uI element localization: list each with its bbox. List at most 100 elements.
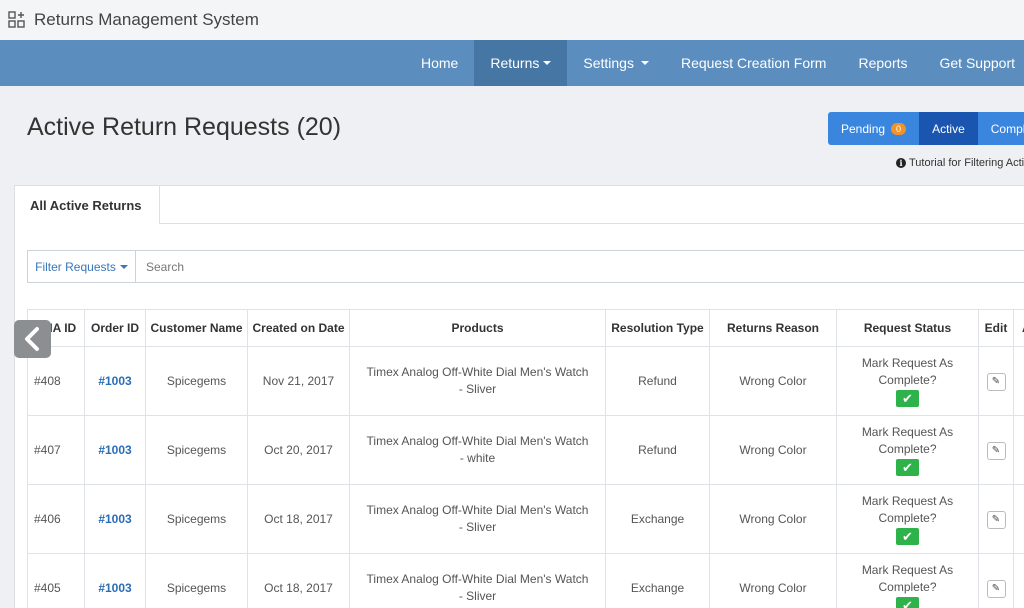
- check-icon[interactable]: ✔: [896, 389, 919, 407]
- rma-id-cell: #405: [27, 553, 85, 608]
- product-cell: Timex Analog Off-White Dial Men's Watch …: [349, 553, 606, 608]
- date-cell: Nov 21, 2017: [247, 346, 350, 416]
- tab-pending[interactable]: Pending 0: [828, 112, 920, 145]
- reason-cell: Wrong Color: [709, 553, 837, 608]
- edit-cell: ✎: [978, 346, 1014, 416]
- tab-active[interactable]: Active: [919, 112, 978, 145]
- order-link[interactable]: #1003: [98, 581, 131, 595]
- tab-all-active-returns[interactable]: All Active Returns: [15, 186, 160, 224]
- caret-down-icon: [640, 61, 649, 65]
- status-text: Mark Request As Complete?: [861, 493, 954, 525]
- rma-id-cell: #406: [27, 484, 85, 554]
- col-header-edit[interactable]: Edit: [978, 309, 1014, 347]
- filter-requests-button[interactable]: Filter Requests: [27, 250, 136, 283]
- status-cell: Mark Request As Complete? ✔: [836, 553, 979, 608]
- order-id-cell: #1003: [84, 484, 146, 554]
- info-icon: i: [896, 158, 906, 168]
- tutorial-link[interactable]: i Tutorial for Filtering Acti: [896, 157, 1024, 169]
- nav-home-label: Home: [420, 55, 459, 71]
- order-link[interactable]: #1003: [98, 443, 131, 457]
- nav-returns[interactable]: Returns: [474, 40, 568, 86]
- table-row: #407 #1003 Spicegems Oct 20, 2017 Timex …: [27, 415, 1024, 485]
- reason-cell: Wrong Color: [709, 415, 837, 485]
- col-header-request-status[interactable]: Request Status: [836, 309, 979, 347]
- col-header-resolution-type[interactable]: Resolution Type: [605, 309, 710, 347]
- product-cell: Timex Analog Off-White Dial Men's Watch …: [349, 484, 606, 554]
- order-id-cell: #1003: [84, 415, 146, 485]
- nav-settings[interactable]: Settings: [567, 40, 665, 86]
- status-cell: Mark Request As Complete? ✔: [836, 484, 979, 554]
- tab-divider: [160, 223, 1024, 224]
- nav-get-support[interactable]: Get Support: [924, 40, 1024, 86]
- returns-table-wrapper: RMA ID Order ID Customer Name Created on…: [27, 309, 1024, 608]
- tab-complete-label: Compl: [990, 121, 1024, 136]
- edit-icon[interactable]: ✎: [986, 372, 1006, 391]
- col-header-order-id[interactable]: Order ID: [84, 309, 146, 347]
- edit-cell: ✎: [978, 484, 1014, 554]
- tab-complete[interactable]: Compl: [977, 112, 1024, 145]
- chevron-left-icon: [24, 327, 39, 351]
- returns-card: All Active Returns Filter Requests RMA I…: [14, 185, 1024, 608]
- page-title: Active Return Requests (20): [27, 113, 342, 141]
- col-header-created-on-date[interactable]: Created on Date: [247, 309, 350, 347]
- check-icon[interactable]: ✔: [896, 596, 919, 608]
- table-row: #406 #1003 Spicegems Oct 18, 2017 Timex …: [27, 484, 1024, 554]
- nav-settings-label: Settings: [583, 55, 634, 71]
- col-header-customer-name[interactable]: Customer Name: [145, 309, 248, 347]
- resolution-cell: Refund: [605, 415, 710, 485]
- filter-requests-label: Filter Requests: [35, 259, 116, 274]
- tab-pending-label: Pending: [841, 121, 886, 136]
- col-header-returns-reason[interactable]: Returns Reason: [709, 309, 837, 347]
- tab-active-label: Active: [932, 121, 965, 136]
- status-text: Mark Request As Complete?: [861, 355, 954, 387]
- resolution-cell: Exchange: [605, 553, 710, 608]
- col-header-products[interactable]: Products: [349, 309, 606, 347]
- filter-bar: Filter Requests: [27, 250, 1024, 283]
- tab-all-active-returns-label: All Active Returns: [30, 197, 142, 213]
- nav-home[interactable]: Home: [405, 40, 474, 86]
- edit-icon[interactable]: ✎: [986, 510, 1006, 529]
- check-icon[interactable]: ✔: [896, 527, 919, 545]
- edit-icon[interactable]: ✎: [986, 579, 1006, 598]
- edit-cell: ✎: [978, 553, 1014, 608]
- customer-cell: Spicegems: [145, 553, 248, 608]
- reason-cell: Wrong Color: [709, 346, 837, 416]
- table-row: #408 #1003 Spicegems Nov 21, 2017 Timex …: [27, 346, 1024, 416]
- app-title: Returns Management System: [34, 10, 259, 29]
- status-text: Mark Request As Complete?: [861, 424, 954, 456]
- nav-returns-label: Returns: [490, 55, 540, 71]
- order-link[interactable]: #1003: [98, 512, 131, 526]
- customer-cell: Spicegems: [145, 484, 248, 554]
- edit-icon[interactable]: ✎: [986, 441, 1006, 460]
- order-id-cell: #1003: [84, 553, 146, 608]
- date-cell: Oct 18, 2017: [247, 484, 350, 554]
- col-header-a[interactable]: A: [1013, 309, 1024, 347]
- returns-table: RMA ID Order ID Customer Name Created on…: [27, 309, 1024, 608]
- extra-cell: [1013, 415, 1024, 485]
- search-input[interactable]: [136, 250, 1024, 283]
- date-cell: Oct 20, 2017: [247, 415, 350, 485]
- check-icon[interactable]: ✔: [896, 458, 919, 476]
- table-row: #405 #1003 Spicegems Oct 18, 2017 Timex …: [27, 553, 1024, 608]
- status-text: Mark Request As Complete?: [861, 562, 954, 594]
- customer-cell: Spicegems: [145, 415, 248, 485]
- product-cell: Timex Analog Off-White Dial Men's Watch …: [349, 346, 606, 416]
- status-tabs: Pending 0 Active Compl: [828, 112, 1024, 145]
- nav-get-support-label: Get Support: [939, 55, 1016, 71]
- nav-reports[interactable]: Reports: [842, 40, 923, 86]
- rma-id-cell: #407: [27, 415, 85, 485]
- back-arrow-button[interactable]: [14, 320, 51, 358]
- extra-cell: [1013, 484, 1024, 554]
- resolution-cell: Exchange: [605, 484, 710, 554]
- app-header: Returns Management System: [0, 0, 1024, 40]
- order-link[interactable]: #1003: [98, 374, 131, 388]
- pending-count-badge: 0: [891, 122, 907, 135]
- nav-request-creation-form[interactable]: Request Creation Form: [665, 40, 843, 86]
- resolution-cell: Refund: [605, 346, 710, 416]
- caret-down-icon: [119, 264, 128, 269]
- main-navbar: Home Returns Settings Request Creation F…: [0, 40, 1024, 86]
- caret-down-icon: [543, 61, 552, 65]
- customer-cell: Spicegems: [145, 346, 248, 416]
- table-header-row: RMA ID Order ID Customer Name Created on…: [27, 309, 1024, 347]
- apps-plus-icon: [8, 11, 25, 28]
